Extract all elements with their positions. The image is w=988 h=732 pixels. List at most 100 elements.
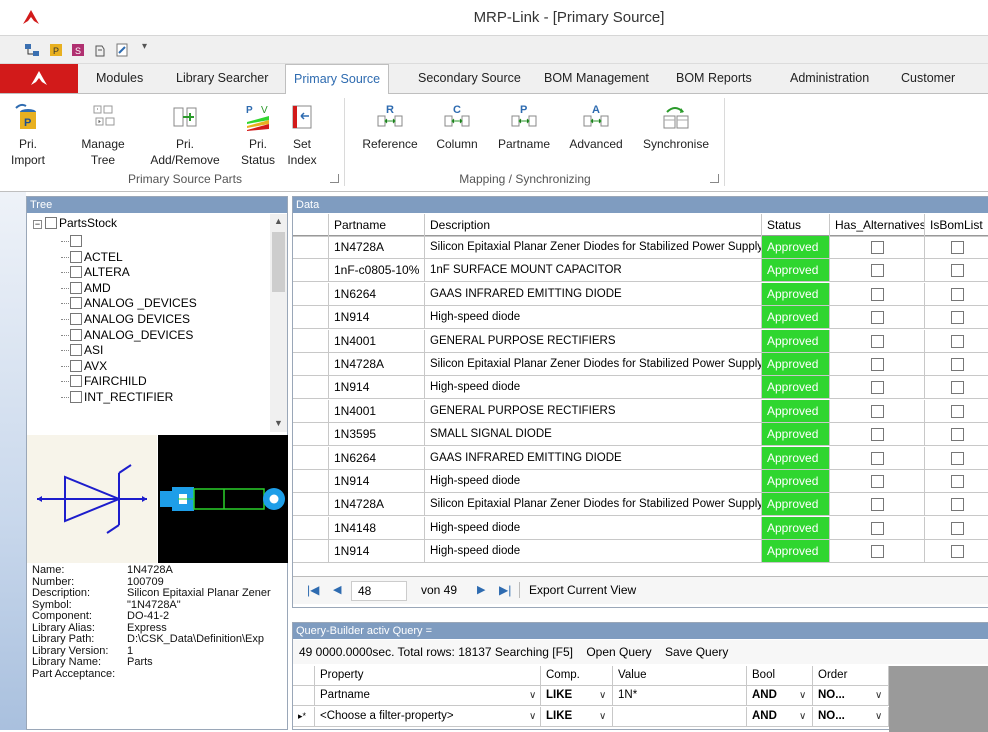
table-row[interactable]: 1N4001 GENERAL PURPOSE RECTIFIERS Approved [293,329,988,353]
row-selector[interactable] [293,516,329,540]
is-bom-list-checkbox[interactable] [951,428,964,442]
group1-launcher-icon[interactable] [330,174,339,183]
tree-item-checkbox[interactable] [70,250,82,263]
is-bom-list-checkbox[interactable] [951,521,964,535]
scroll-down-icon[interactable]: ▼ [274,418,283,428]
is-bom-list-checkbox[interactable] [951,287,964,301]
row-selector[interactable] [293,259,329,283]
tree-item[interactable]: INT_RECTIFIER [61,390,173,404]
pri-add-remove-button[interactable]: Pri. Add/Remove [150,102,220,168]
network-icon[interactable] [24,42,40,58]
column-header[interactable]: Partname [329,214,425,237]
table-row[interactable]: 1N4148 High-speed diode Approved [293,516,988,540]
row-selector[interactable] [293,540,329,564]
advanced-button[interactable]: A Advanced [564,102,628,152]
tab-primary-source[interactable]: Primary Source [285,64,390,95]
tab-secondary-source[interactable]: Secondary Source [418,71,521,85]
has-alternatives-checkbox[interactable] [871,311,884,325]
tree-item-checkbox[interactable] [70,359,82,372]
tree-root-checkbox[interactable] [45,217,57,229]
tree-item[interactable]: ANALOG _DEVICES [61,296,197,310]
has-alternatives-checkbox[interactable] [871,404,884,418]
export-current-view-button[interactable]: Export Current View [529,583,636,597]
comparator-dropdown-icon[interactable]: ∨ [599,690,606,701]
has-alternatives-checkbox[interactable] [871,241,884,254]
parts-tree[interactable]: − PartsStock ACTEL ALTERA AMD ANALOG _DEVICES… [27,214,287,432]
is-bom-list-checkbox[interactable] [951,381,964,395]
scroll-up-icon[interactable]: ▲ [274,216,283,226]
row-selector[interactable] [293,329,329,353]
primary-icon[interactable]: P [48,42,64,58]
row-selector[interactable] [293,376,329,400]
row-selector[interactable] [293,399,329,423]
table-row[interactable]: 1N914 High-speed diode Approved [293,470,988,493]
has-alternatives-checkbox[interactable] [871,264,884,278]
query-row-selector[interactable] [293,686,315,706]
tab-administration[interactable]: Administration [790,71,869,85]
row-selector[interactable] [293,493,329,517]
is-bom-list-checkbox[interactable] [951,264,964,278]
manage-tree-button[interactable]: Manage Tree [80,102,126,168]
tree-item[interactable]: FAIRCHILD [61,374,147,388]
table-row[interactable]: 1N4728A Silicon Epitaxial Planar Zener Di… [293,236,988,259]
has-alternatives-checkbox[interactable] [871,428,884,442]
set-index-button[interactable]: Set Index [286,102,318,168]
table-row[interactable]: 1N4728A Silicon Epitaxial Planar Zener Di… [293,493,988,517]
has-alternatives-checkbox[interactable] [871,545,884,559]
table-row[interactable]: 1N914 High-speed diode Approved [293,306,988,330]
secondary-icon[interactable]: S [70,42,86,58]
save-query-button[interactable]: Save Query [665,645,728,659]
tree-item-checkbox[interactable] [70,297,82,310]
is-bom-list-checkbox[interactable] [951,498,964,512]
column-header[interactable]: Description [425,214,762,237]
first-record-icon[interactable]: |◀ [307,583,319,597]
is-bom-list-checkbox[interactable] [951,545,964,559]
tab-bom-reports[interactable]: BOM Reports [676,71,752,85]
is-bom-list-checkbox[interactable] [951,451,964,465]
order-dropdown-icon[interactable]: ∨ [875,690,882,701]
tree-item-checkbox[interactable] [70,375,82,388]
bool-dropdown-icon[interactable]: ∨ [799,711,806,722]
table-row[interactable]: 1N4728A Silicon Epitaxial Planar Zener Di… [293,353,988,376]
tree-root-node[interactable]: − PartsStock [33,216,117,230]
tab-modules[interactable]: Modules [96,71,143,85]
row-selector[interactable] [293,282,329,306]
tree-item[interactable]: ACTEL [61,250,123,264]
table-row[interactable]: 1N914 High-speed diode Approved [293,540,988,564]
query-value-input[interactable]: 1N* [613,686,747,706]
tree-item-checkbox[interactable] [70,281,82,294]
tab-library-searcher[interactable]: Library Searcher [176,71,268,85]
row-selector[interactable] [293,470,329,493]
row-selector[interactable] [293,353,329,376]
query-property-select[interactable]: <Choose a filter-property> [315,707,541,727]
row-selector[interactable] [293,306,329,330]
record-position-input[interactable]: 48 [351,581,407,601]
partname-button[interactable]: P Partname [494,102,554,152]
table-row[interactable]: 1N914 High-speed diode Approved [293,376,988,400]
query-row-selector[interactable]: ▸* [293,707,315,727]
synchronise-button[interactable]: Synchronise [636,102,716,152]
qat-dropdown-icon[interactable]: ▾ [142,41,147,52]
is-bom-list-checkbox[interactable] [951,475,964,488]
open-query-button[interactable]: Open Query [586,645,651,659]
is-bom-list-checkbox[interactable] [951,404,964,418]
tree-item[interactable]: ASI [61,343,103,357]
is-bom-list-checkbox[interactable] [951,358,964,371]
has-alternatives-checkbox[interactable] [871,521,884,535]
tree-item[interactable]: ANALOG_DEVICES [61,328,193,342]
column-header[interactable]: IsBomList [925,214,988,237]
link-icon[interactable] [92,42,108,58]
scroll-thumb[interactable] [272,232,285,292]
has-alternatives-checkbox[interactable] [871,498,884,512]
query-value-input[interactable] [613,707,747,727]
property-dropdown-icon[interactable]: ∨ [529,690,536,701]
tree-scrollbar[interactable]: ▲ ▼ [270,214,287,432]
has-alternatives-checkbox[interactable] [871,358,884,371]
tree-item[interactable]: AVX [61,359,107,373]
query-property-select[interactable]: Partname [315,686,541,706]
tree-item[interactable]: ALTERA [61,265,130,279]
has-alternatives-checkbox[interactable] [871,381,884,395]
row-selector[interactable] [293,423,329,447]
property-dropdown-icon[interactable]: ∨ [529,711,536,722]
previous-record-icon[interactable]: ◀ [333,583,341,596]
